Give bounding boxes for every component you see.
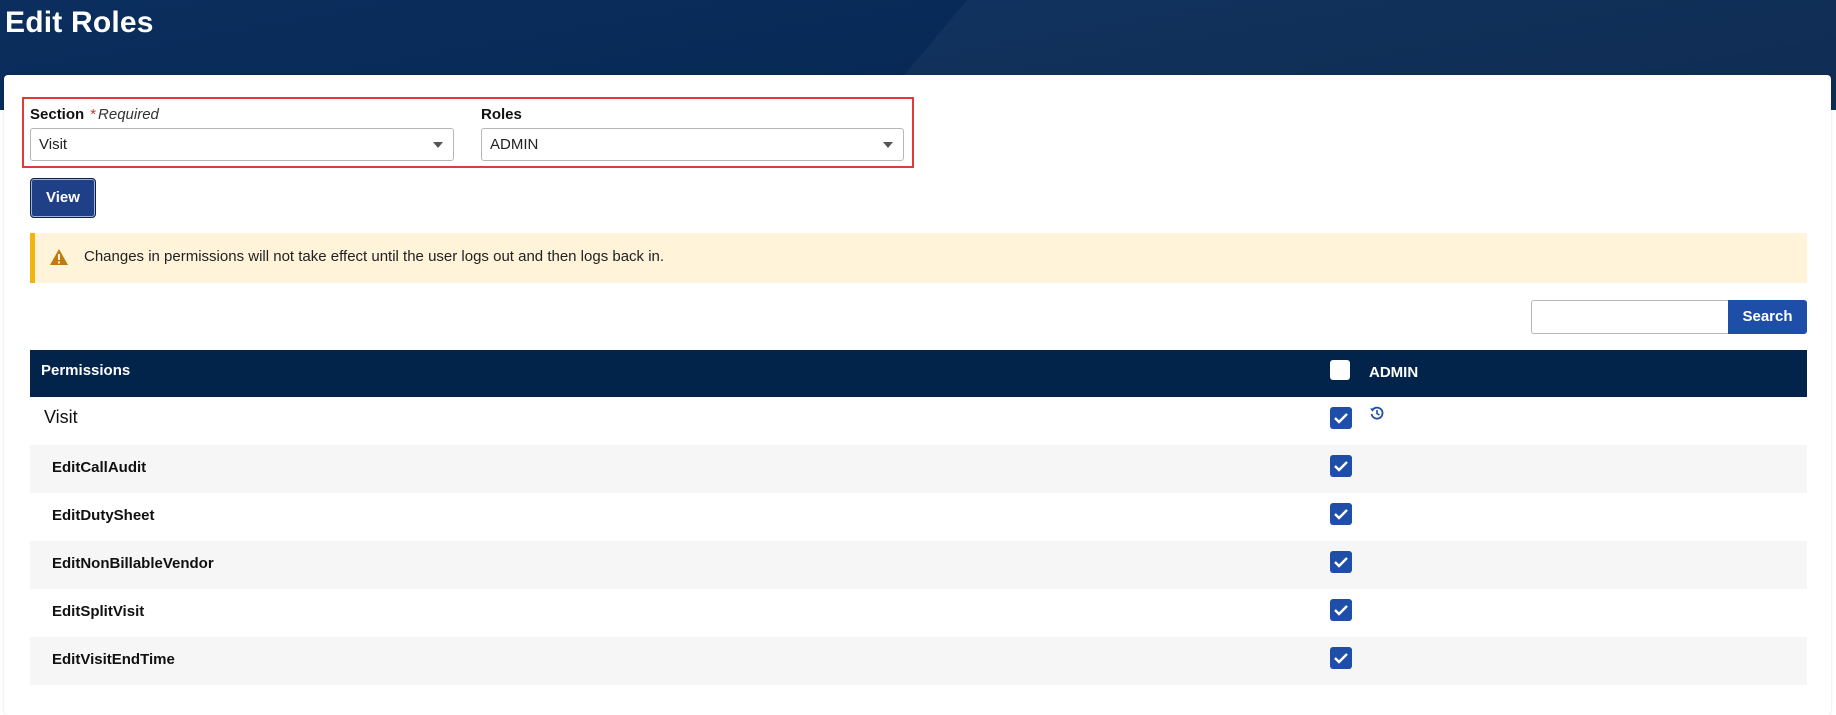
roles-label: Roles <box>481 106 522 123</box>
section-row-label: Visit <box>44 407 78 427</box>
permission-checkbox[interactable] <box>1330 551 1352 573</box>
permission-label: EditNonBillableVendor <box>52 555 214 572</box>
table-row: EditDutySheet <box>30 493 1807 541</box>
checkmark-icon <box>1334 413 1348 424</box>
permission-label: EditCallAudit <box>52 459 147 476</box>
checkmark-icon <box>1334 557 1348 568</box>
chevron-down-icon <box>433 142 443 148</box>
select-all-checkbox[interactable] <box>1330 360 1350 380</box>
role-column-header: ADMIN <box>1369 364 1419 381</box>
checkmark-icon <box>1334 461 1348 472</box>
section-select[interactable]: Visit <box>30 128 454 161</box>
section-select-value: Visit <box>39 136 68 153</box>
checkmark-icon <box>1334 653 1348 664</box>
roles-select[interactable]: ADMIN <box>481 128 904 161</box>
checkmark-icon <box>1334 509 1348 520</box>
search-button[interactable]: Search <box>1728 300 1807 334</box>
required-star: * <box>90 106 97 123</box>
permission-label: EditSplitVisit <box>52 603 145 620</box>
permission-label: EditVisitEndTime <box>52 651 175 668</box>
section-label: Section * Required <box>30 106 159 123</box>
search-input[interactable] <box>1531 300 1729 334</box>
page-title: Edit Roles <box>5 6 154 39</box>
permission-checkbox[interactable] <box>1330 455 1352 477</box>
section-label-text: Section <box>30 106 85 123</box>
table-row: EditSplitVisit <box>30 589 1807 637</box>
chevron-down-icon <box>883 142 893 148</box>
permission-checkbox[interactable] <box>1330 503 1352 525</box>
permissions-column-header: Permissions <box>41 362 131 379</box>
table-row: EditNonBillableVendor <box>30 541 1807 589</box>
view-button[interactable]: View <box>30 178 96 218</box>
permissions-table-header: Permissions ADMIN <box>30 350 1807 397</box>
permission-checkbox[interactable] <box>1330 647 1352 669</box>
roles-select-value: ADMIN <box>490 136 539 153</box>
checkmark-icon <box>1334 605 1348 616</box>
permission-checkbox[interactable] <box>1330 599 1352 621</box>
history-icon[interactable] <box>1369 405 1385 426</box>
required-text: Required <box>98 106 159 123</box>
table-row: EditCallAudit <box>30 445 1807 493</box>
table-row: EditVisitEndTime <box>30 637 1807 685</box>
permission-label: EditDutySheet <box>52 507 155 524</box>
section-checkbox[interactable] <box>1330 407 1352 429</box>
section-row: Visit <box>30 397 1807 445</box>
warning-triangle-icon <box>49 248 69 271</box>
permissions-alert: Changes in permissions will not take eff… <box>30 233 1807 283</box>
alert-text: Changes in permissions will not take eff… <box>84 248 665 265</box>
